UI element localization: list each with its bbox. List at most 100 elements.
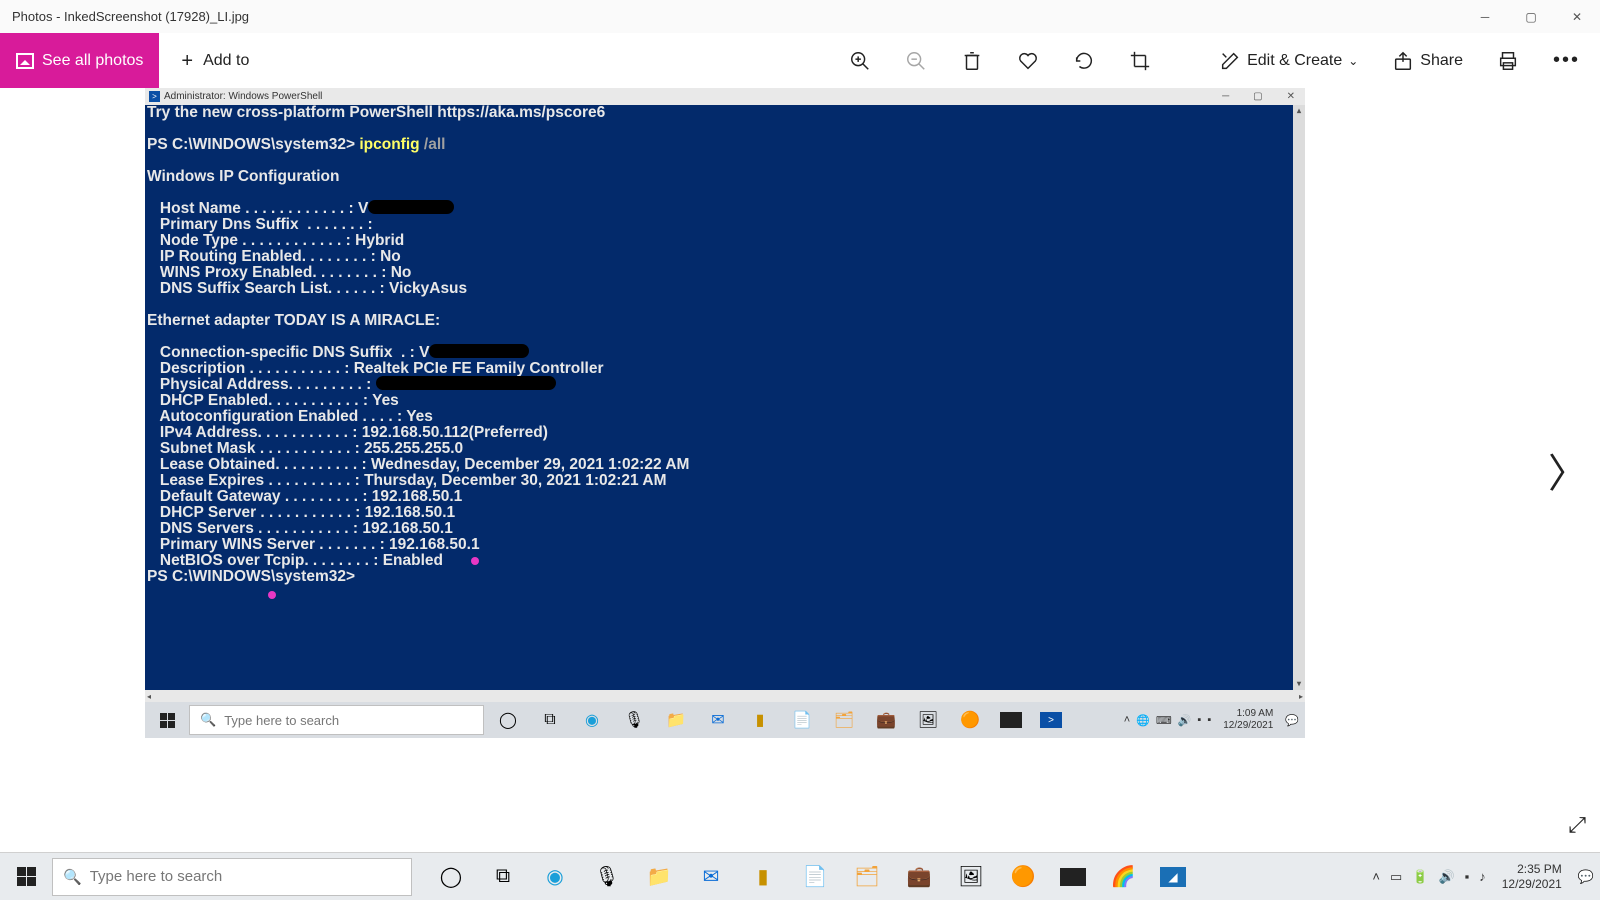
notifications-icon[interactable]: 💬 <box>1285 714 1299 727</box>
cortana-icon[interactable]: ◯ <box>496 708 520 732</box>
delete-button[interactable] <box>961 50 983 72</box>
app-icon[interactable]: 🖼 <box>956 862 986 892</box>
notifications-icon[interactable]: 💬 <box>1578 869 1594 885</box>
add-to-label: Add to <box>203 52 249 70</box>
crop-button[interactable] <box>1129 50 1151 72</box>
redaction <box>368 200 454 214</box>
photos-titlebar: Photos - InkedScreenshot (17928)_LI.jpg … <box>0 0 1600 33</box>
task-view-icon[interactable]: ⧉ <box>538 708 562 732</box>
mail-icon[interactable]: ✉ <box>706 708 730 732</box>
inner-clock[interactable]: 1:09 AM 12/29/2021 <box>1217 708 1279 732</box>
edit-create-button[interactable]: Edit & Create ⌄ <box>1219 50 1358 72</box>
taskbar-apps: ◯ ⧉ ◉ 🎙 📁 ✉ ▮ 📄 🗂 💼 🖼 🟠 🌈 ◢ <box>412 862 1186 892</box>
tray-chevron-icon[interactable]: ˄ <box>1124 714 1130 726</box>
mic-icon[interactable]: 🎙 <box>622 708 646 732</box>
favorite-button[interactable] <box>1017 50 1039 72</box>
share-button[interactable]: Share <box>1392 50 1463 72</box>
cortana-icon[interactable]: ◯ <box>436 862 466 892</box>
folder-icon[interactable]: 🗂 <box>852 862 882 892</box>
terminal-icon[interactable] <box>1000 712 1022 728</box>
explorer-icon[interactable]: 📁 <box>664 708 688 732</box>
powershell-titlebar: > Administrator: Windows PowerShell ─ ▢ … <box>145 88 1305 105</box>
battery-icon[interactable]: 🔋 <box>1412 869 1428 885</box>
inner-taskbar-apps: ◯ ⧉ ◉ 🎙 📁 ✉ ▮ 📄 🗂 💼 🖼 🟠 > <box>484 708 1062 732</box>
more-button[interactable]: ••• <box>1553 49 1580 72</box>
see-all-photos-button[interactable]: See all photos <box>0 33 159 88</box>
tray-icon[interactable]: ▪ <box>1197 714 1201 726</box>
print-button[interactable] <box>1497 50 1519 72</box>
network-icon[interactable]: 🌐 <box>1136 714 1150 727</box>
clock[interactable]: 2:35 PM 12/29/2021 <box>1496 862 1568 892</box>
powershell-taskbar-icon[interactable]: > <box>1040 712 1062 728</box>
terminal-icon[interactable] <box>1060 868 1086 886</box>
add-to-button[interactable]: + Add to <box>159 51 271 71</box>
search-placeholder: Type here to search <box>90 868 223 885</box>
zoom-out-button[interactable] <box>905 50 927 72</box>
photos-taskbar-icon[interactable]: ◢ <box>1160 867 1186 887</box>
next-photo-button[interactable]: 〉 <box>1548 441 1588 499</box>
window-title: Photos - InkedScreenshot (17928)_LI.jpg <box>12 9 249 24</box>
fullscreen-button[interactable]: ⤢ <box>1568 812 1586 838</box>
redaction <box>376 376 556 390</box>
rotate-button[interactable] <box>1073 50 1095 72</box>
app-icon[interactable]: 📄 <box>790 708 814 732</box>
app-icon[interactable]: 📁 <box>644 862 674 892</box>
chrome-icon[interactable]: 🌈 <box>1108 862 1138 892</box>
powershell-title: Administrator: Windows PowerShell <box>164 91 322 102</box>
see-all-label: See all photos <box>42 52 143 70</box>
inner-search-box[interactable]: 🔍 Type here to search <box>189 705 484 735</box>
zoom-in-button[interactable] <box>849 50 871 72</box>
edge-icon[interactable]: ◉ <box>540 862 570 892</box>
app-icon[interactable]: 🟠 <box>958 708 982 732</box>
volume-icon[interactable]: 🔊 <box>1178 714 1192 727</box>
ink-mark <box>268 591 276 599</box>
terminal-output[interactable]: Try the new cross-platform PowerShell ht… <box>145 105 1305 690</box>
mail-icon[interactable]: ✉ <box>696 862 726 892</box>
edge-icon[interactable]: ◉ <box>580 708 604 732</box>
minimize-button[interactable]: ─ <box>1462 0 1508 33</box>
app-icon[interactable]: 🖼 <box>916 708 940 732</box>
outer-taskbar: 🔍 Type here to search ◯ ⧉ ◉ 🎙 📁 ✉ ▮ 📄 🗂 … <box>0 852 1600 900</box>
mic-icon[interactable]: 🎙 <box>592 862 622 892</box>
ps-maximize-button[interactable]: ▢ <box>1253 91 1262 102</box>
app-icon[interactable]: 📄 <box>800 862 830 892</box>
photo-icon <box>16 53 34 69</box>
app-icon[interactable]: 💼 <box>904 862 934 892</box>
app-icon[interactable]: 💼 <box>874 708 898 732</box>
tray-icon[interactable]: ♪ <box>1479 869 1486 884</box>
tray-icon[interactable]: ▭ <box>1390 869 1402 885</box>
search-icon: 🔍 <box>200 712 216 728</box>
inner-taskbar: 🔍 Type here to search ◯ ⧉ ◉ 🎙 📁 ✉ ▮ 📄 🗂 … <box>145 702 1305 738</box>
tray-icon[interactable]: ▪ <box>1207 714 1211 726</box>
ink-mark <box>471 557 479 565</box>
terminal-vscrollbar[interactable]: ▴▾ <box>1293 105 1305 690</box>
volume-icon[interactable]: 🔊 <box>1438 869 1454 885</box>
powershell-icon: > <box>149 91 160 102</box>
embedded-screenshot: > Administrator: Windows PowerShell ─ ▢ … <box>145 88 1305 738</box>
tray-chevron-icon[interactable]: ˄ <box>1372 869 1380 884</box>
notes-icon[interactable]: ▮ <box>748 708 772 732</box>
plus-icon: + <box>181 51 193 71</box>
notes-icon[interactable]: ▮ <box>748 862 778 892</box>
search-box[interactable]: 🔍 Type here to search <box>52 858 412 896</box>
folder-icon[interactable]: 🗂 <box>832 708 856 732</box>
inner-start-button[interactable] <box>145 713 189 728</box>
systray: ˄ ▭ 🔋 🔊 ▪ ♪ 2:35 PM 12/29/2021 💬 <box>1372 862 1600 892</box>
ps-close-button[interactable]: ✕ <box>1287 91 1295 102</box>
tray-icon[interactable]: ▪ <box>1465 869 1470 884</box>
inner-search-placeholder: Type here to search <box>224 713 339 728</box>
terminal-hscrollbar[interactable]: ◂▸ <box>145 690 1305 702</box>
maximize-button[interactable]: ▢ <box>1508 0 1554 33</box>
photo-viewport: 〉 ⤢ > Administrator: Windows PowerShell … <box>0 88 1600 852</box>
chevron-down-icon: ⌄ <box>1348 54 1358 68</box>
window-controls: ─ ▢ ✕ <box>1462 0 1600 33</box>
redaction <box>429 344 529 358</box>
photos-toolbar: See all photos + Add to Edit & Create ⌄ … <box>0 33 1600 88</box>
task-view-icon[interactable]: ⧉ <box>488 862 518 892</box>
app-icon[interactable]: 🟠 <box>1008 862 1038 892</box>
search-icon: 🔍 <box>63 868 82 886</box>
start-button[interactable] <box>0 867 52 886</box>
ps-minimize-button[interactable]: ─ <box>1222 91 1229 102</box>
keyboard-icon[interactable]: ⌨ <box>1156 714 1172 727</box>
close-button[interactable]: ✕ <box>1554 0 1600 33</box>
